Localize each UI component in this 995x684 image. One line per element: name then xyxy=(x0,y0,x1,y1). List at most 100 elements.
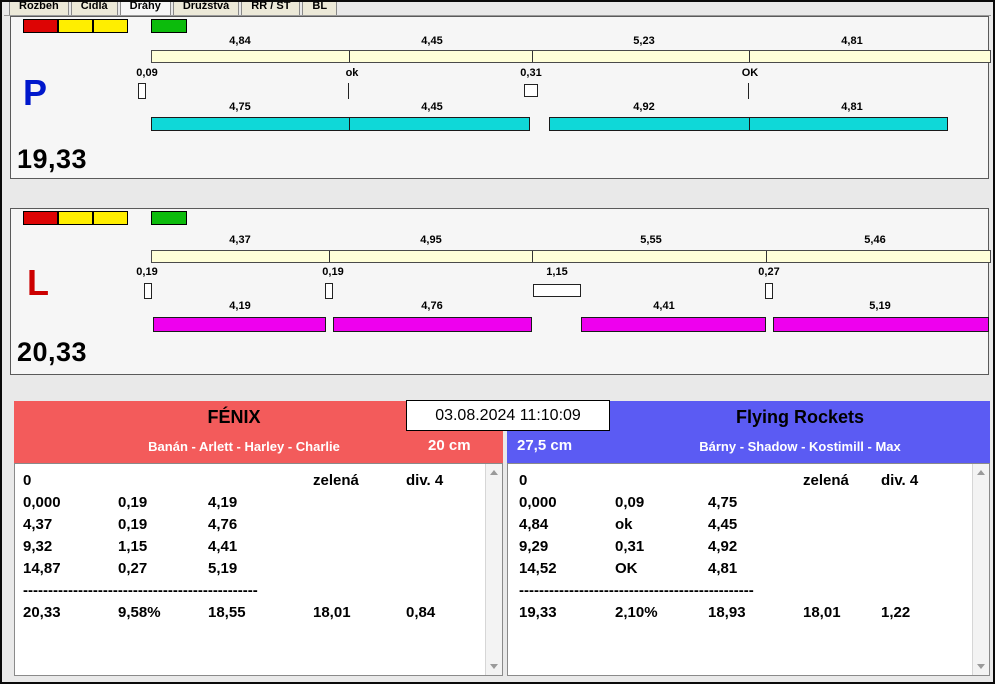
scroll-up-button[interactable] xyxy=(486,464,502,481)
crossing-time-label: 0,19 xyxy=(322,266,344,278)
result-cell: 0,19 xyxy=(118,494,148,511)
split-time-label: 4,81 xyxy=(841,35,863,47)
scroll-up-button[interactable] xyxy=(973,464,989,481)
tab-label: Dráhy xyxy=(129,2,161,12)
bar-divider xyxy=(532,251,533,262)
result-cell: 0,31 xyxy=(615,538,645,555)
tab-label: Čidlá xyxy=(80,2,108,12)
status-light-yellow2 xyxy=(93,211,128,225)
split-time-label: 5,55 xyxy=(640,234,662,246)
crossing-marker xyxy=(765,283,773,299)
result-cell: 14,52 xyxy=(519,560,557,577)
scroll-down-button[interactable] xyxy=(973,658,989,675)
status-light-green xyxy=(151,19,187,33)
split-time-label: 4,84 xyxy=(229,35,251,47)
team-members-left: Banán - Arlett - Harley - Charlie xyxy=(148,439,340,454)
result-cell: div. 4 xyxy=(406,472,444,489)
crossing-time-label: OK xyxy=(741,67,759,79)
result-cell: 9,29 xyxy=(519,538,549,555)
vertical-scrollbar[interactable] xyxy=(972,464,989,675)
arrow-down-icon xyxy=(977,664,985,669)
crossing-marker-wide xyxy=(533,284,581,297)
result-cell-empty xyxy=(313,492,406,514)
result-cell-empty xyxy=(406,536,486,558)
result-cell-empty xyxy=(406,558,486,580)
result-cell: 4,45 xyxy=(708,516,738,533)
split-time-label: 4,95 xyxy=(420,234,442,246)
result-cell: 4,76 xyxy=(208,516,238,533)
result-cell: 14,87 xyxy=(23,560,61,577)
result-total-cell: 18,93 xyxy=(708,604,746,621)
lane-letter-l: L xyxy=(27,262,49,303)
crossing-marker xyxy=(348,83,349,99)
result-cell-empty xyxy=(803,536,881,558)
leg-time-label: 4,19 xyxy=(229,300,251,312)
result-cell-empty xyxy=(313,558,406,580)
result-cell: 0,09 xyxy=(615,494,645,511)
status-light-red xyxy=(23,211,58,225)
arrow-down-icon xyxy=(490,664,498,669)
crossing-time-label: 1,15 xyxy=(546,266,568,278)
run-bar-segment xyxy=(333,317,532,332)
result-cell: ok xyxy=(615,516,633,533)
lane-letter-p: P xyxy=(23,72,48,113)
status-light-yellow xyxy=(58,19,93,33)
crossing-time-label: 0,19 xyxy=(136,266,158,278)
crossing-time-label: 0,09 xyxy=(136,67,158,79)
lane-total-l: 20,33 xyxy=(17,337,88,367)
tab-cidla[interactable]: Čidlá xyxy=(70,2,118,15)
crossing-marker xyxy=(144,283,152,299)
result-cell-empty xyxy=(708,470,803,492)
result-cell-empty xyxy=(118,470,208,492)
bar-divider xyxy=(349,51,350,62)
result-total-cell: 20,33 xyxy=(23,604,61,621)
status-light-yellow2 xyxy=(93,19,128,33)
tab-label: RR / ST xyxy=(251,2,291,12)
result-cell: 0,19 xyxy=(118,516,148,533)
result-total-cell: 1,22 xyxy=(881,604,911,621)
bar-divider xyxy=(532,51,533,62)
leg-time-label: 4,81 xyxy=(841,101,863,113)
jump-height-left: 20 cm xyxy=(428,437,471,454)
result-cell-empty xyxy=(803,492,881,514)
jump-height-right: 27,5 cm xyxy=(517,437,573,454)
result-cell: OK xyxy=(615,560,638,577)
result-cell-empty xyxy=(406,492,486,514)
result-cell: 5,19 xyxy=(208,560,238,577)
tab-drahy[interactable]: Dráhy xyxy=(119,2,171,15)
result-cell-empty xyxy=(881,492,961,514)
tab-druzstva[interactable]: Družstvá xyxy=(172,2,240,15)
tab-label: Družstvá xyxy=(182,2,230,12)
split-time-label: 5,46 xyxy=(864,234,886,246)
lane-panel-l: 4,37 4,95 5,55 5,46 0,19 0,19 1,15 0,27 … xyxy=(10,208,991,375)
result-cell: 4,81 xyxy=(708,560,738,577)
result-cell: 4,41 xyxy=(208,538,238,555)
result-cell: 1,15 xyxy=(118,538,148,555)
scroll-down-button[interactable] xyxy=(486,658,502,675)
tab-rr-st[interactable]: RR / ST xyxy=(241,2,301,15)
result-cell-empty xyxy=(881,558,961,580)
vertical-scrollbar[interactable] xyxy=(485,464,502,675)
result-total-cell: 0,84 xyxy=(406,604,436,621)
team-name-right: Flying Rockets xyxy=(735,407,865,427)
result-cell-empty xyxy=(313,536,406,558)
result-cell: 0 xyxy=(519,472,528,489)
split-time-label: 4,37 xyxy=(229,234,251,246)
tab-label: BL xyxy=(312,2,328,12)
leg-time-label: 5,19 xyxy=(869,300,891,312)
arrow-up-icon xyxy=(977,470,985,475)
crossing-time-label: 0,31 xyxy=(520,67,542,79)
bar-divider xyxy=(749,51,750,62)
result-total-cell: 19,33 xyxy=(519,604,557,621)
tab-bl[interactable]: BL xyxy=(302,2,338,15)
bar-divider xyxy=(766,251,767,262)
results-panel-left: 0 zelená div. 4 0,000 0,19 4,19 4,37 0,1… xyxy=(14,463,503,676)
separator-line: ----------------------------------------… xyxy=(519,582,754,599)
tab-rozbeh[interactable]: Rozbeh xyxy=(9,2,69,15)
lane-panel-p: 4,84 4,45 5,23 4,81 0,09 ok 0,31 OK 4,75… xyxy=(10,16,991,179)
leg-time-label: 4,92 xyxy=(633,101,655,113)
split-bar xyxy=(151,250,991,263)
result-cell: 4,84 xyxy=(519,516,549,533)
result-total-cell: 9,58% xyxy=(118,604,161,621)
result-cell-empty xyxy=(881,536,961,558)
